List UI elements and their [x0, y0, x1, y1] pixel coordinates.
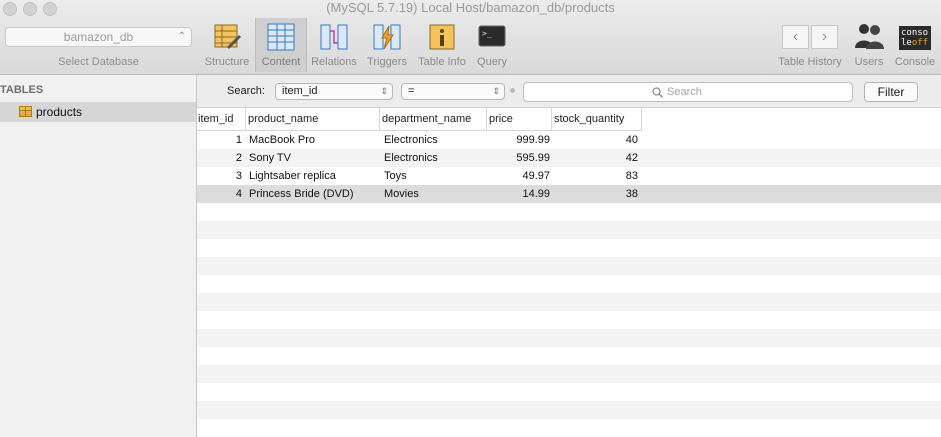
users-button[interactable]: Users [850, 18, 888, 72]
structure-icon [214, 24, 241, 49]
table-info-label: Table Info [418, 56, 466, 68]
table-cell-item-id[interactable]: 1 [197, 131, 242, 149]
relations-tab[interactable]: Relations [308, 18, 360, 72]
relations-label: Relations [311, 56, 357, 68]
filter-button-label: Filter [877, 85, 905, 99]
table-cell-product-name[interactable]: MacBook Pro [249, 131, 379, 149]
content-tab[interactable]: Content [255, 18, 307, 72]
table-cell-product-name[interactable]: Princess Bride (DVD) [249, 185, 379, 203]
console-label: Console [894, 56, 936, 68]
table-cell-stock-quantity[interactable]: 83 [552, 167, 638, 185]
grid-stripe [197, 203, 941, 221]
grid-stripe [197, 257, 941, 275]
column-header-stock-quantity[interactable]: stock_quantity [552, 108, 642, 130]
triggers-icon [373, 24, 401, 50]
table-history: Table History [772, 18, 848, 72]
filter-bar: Search: item_id ⇕ = ⇕ Search Filter [197, 75, 941, 108]
operator-value: = [408, 85, 415, 97]
table-cell-price[interactable]: 14.99 [487, 185, 550, 203]
grid-header: item_id product_name department_name pri… [197, 108, 642, 131]
operator-select[interactable]: = ⇕ [401, 83, 505, 100]
grid-stripe [197, 383, 941, 401]
console-icon-text-3: off [911, 38, 929, 48]
column-header-item-id[interactable]: item_id [197, 108, 246, 130]
query-icon-text: >_ [482, 29, 492, 38]
query-tab[interactable]: >_ Query [472, 18, 512, 72]
database-select[interactable]: bamazon_db ⌃ [5, 27, 192, 47]
column-header-product-name[interactable]: product_name [246, 108, 380, 130]
tables-heading: TABLES [0, 84, 44, 96]
sidebar-item-label: products [36, 105, 83, 119]
table-cell-price[interactable]: 595.99 [487, 149, 550, 167]
grid-stripe [197, 401, 941, 419]
grid-stripe [197, 347, 941, 365]
table-cell-product-name[interactable]: Lightsaber replica [249, 167, 379, 185]
grid-stripe [197, 275, 941, 293]
filter-button[interactable]: Filter [864, 82, 918, 102]
table-cell-stock-quantity[interactable]: 42 [552, 149, 638, 167]
console-icon: conso leoff [899, 26, 931, 50]
query-label: Query [477, 56, 507, 68]
table-row[interactable]: 4 Princess Bride (DVD) Movies 14.99 38 [197, 185, 941, 203]
table-cell-item-id[interactable]: 2 [197, 149, 242, 167]
grid-stripe [197, 365, 941, 383]
grid-stripe [197, 311, 941, 329]
status-dot [510, 88, 515, 93]
table-cell-price[interactable]: 999.99 [487, 131, 550, 149]
content-icon [267, 23, 295, 51]
table-cell-stock-quantity[interactable]: 40 [552, 131, 638, 149]
search-placeholder: Search [667, 86, 702, 98]
sidebar: TABLES products [0, 75, 197, 437]
grid-stripe [197, 239, 941, 257]
table-row[interactable]: 2 Sony TV Electronics 595.99 42 [197, 149, 941, 167]
structure-tab[interactable]: Structure [200, 18, 254, 72]
search-label: Search: [227, 85, 265, 97]
grid-stripe [197, 419, 941, 437]
table-icon [19, 106, 32, 117]
toolbar: (MySQL 5.7.19) Local Host/bamazon_db/pro… [0, 0, 941, 75]
column-header-department-name[interactable]: department_name [380, 108, 487, 130]
relations-icon [320, 24, 348, 50]
grid-stripe [197, 293, 941, 311]
users-label: Users [854, 56, 884, 68]
search-input[interactable]: Search [523, 82, 853, 102]
query-icon: >_ [478, 25, 506, 47]
console-button[interactable]: conso leoff Console [892, 18, 938, 72]
content-grid: item_id product_name department_name pri… [197, 108, 941, 437]
table-cell-department-name[interactable]: Electronics [384, 149, 484, 167]
database-select-caption: Select Database [58, 56, 139, 68]
grid-stripe [197, 221, 941, 239]
sidebar-item-products[interactable]: products [0, 102, 196, 122]
triggers-label: Triggers [367, 56, 407, 68]
table-cell-department-name[interactable]: Movies [384, 185, 484, 203]
console-icon-text-1: conso [901, 28, 929, 38]
table-history-label: Table History [778, 56, 842, 68]
table-info-icon [429, 24, 455, 50]
search-field-select[interactable]: item_id ⇕ [275, 83, 393, 100]
table-info-tab[interactable]: Table Info [414, 18, 470, 72]
structure-label: Structure [204, 56, 250, 68]
database-select-value: bamazon_db [63, 30, 134, 44]
grid-stripe [197, 329, 941, 347]
window-title: (MySQL 5.7.19) Local Host/bamazon_db/pro… [326, 0, 615, 15]
table-row[interactable]: 3 Lightsaber replica Toys 49.97 83 [197, 167, 941, 185]
updown-chevron-icon: ⇕ [492, 86, 500, 96]
table-cell-item-id[interactable]: 4 [197, 185, 242, 203]
table-row[interactable]: 1 MacBook Pro Electronics 999.99 40 [197, 131, 941, 149]
search-field-value: item_id [282, 85, 318, 97]
users-icon [855, 24, 884, 49]
console-icon-text-2: le [901, 38, 912, 48]
updown-chevron-icon: ⇕ [380, 86, 388, 96]
table-cell-product-name[interactable]: Sony TV [249, 149, 379, 167]
column-header-price[interactable]: price [487, 108, 552, 130]
table-cell-stock-quantity[interactable]: 38 [552, 185, 638, 203]
search-icon [652, 87, 663, 98]
triggers-tab[interactable]: Triggers [362, 18, 412, 72]
content-label: Content [261, 56, 301, 68]
table-cell-item-id[interactable]: 3 [197, 167, 242, 185]
table-cell-price[interactable]: 49.97 [487, 167, 550, 185]
updown-chevron-icon: ⌃ [177, 31, 186, 42]
table-cell-department-name[interactable]: Electronics [384, 131, 484, 149]
table-cell-department-name[interactable]: Toys [384, 167, 484, 185]
